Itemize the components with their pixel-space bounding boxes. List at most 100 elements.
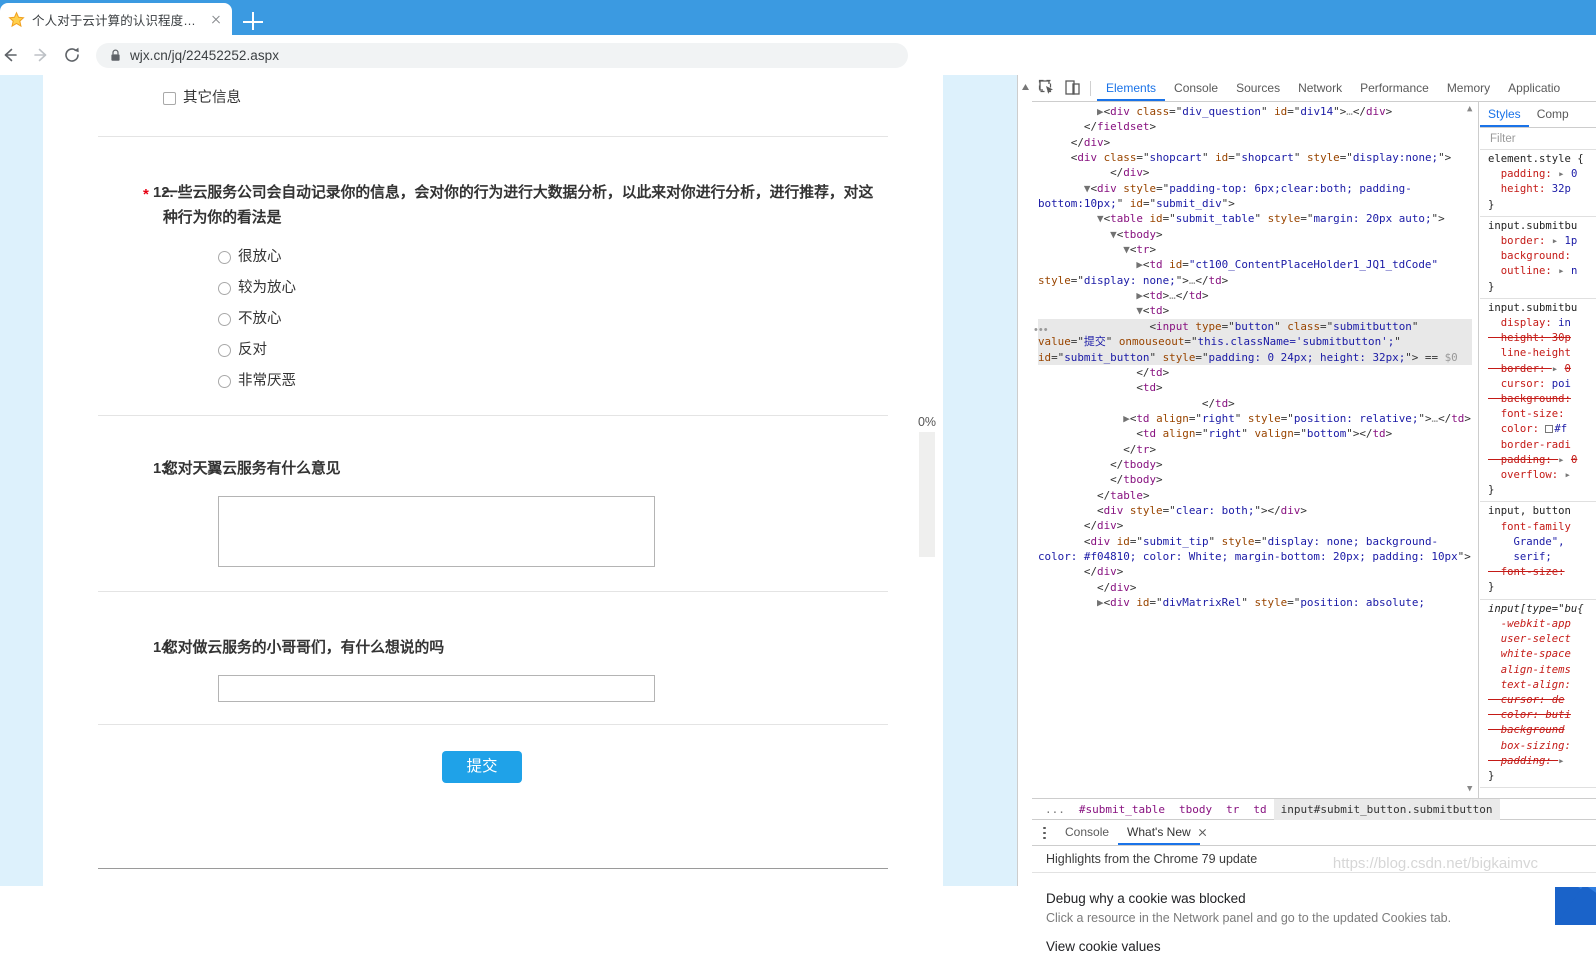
css-rule-block[interactable]: element.style { padding: ▸ 0 height: 32p… xyxy=(1480,150,1596,217)
q12-option-4[interactable]: 非常厌恶 xyxy=(98,366,888,397)
dom-node-line[interactable]: ▼<table id="submit_table" style="margin:… xyxy=(1038,211,1472,226)
css-declaration[interactable]: box-sizing: xyxy=(1480,739,1596,754)
whats-new-item-title-2[interactable]: View cookie values xyxy=(1046,939,1596,954)
css-declaration[interactable]: color: buti xyxy=(1480,708,1596,723)
tab-performance[interactable]: Performance xyxy=(1351,75,1438,101)
q12-option-3[interactable]: 反对 xyxy=(98,335,888,366)
css-rule-block[interactable]: input.submitbu display: in height: 30p l… xyxy=(1480,299,1596,503)
css-declaration[interactable]: line-height xyxy=(1480,346,1596,361)
color-swatch[interactable] xyxy=(1545,425,1554,434)
dom-node-line[interactable]: ▶<td id="ct100_ContentPlaceHolder1_JQ1_t… xyxy=(1038,257,1472,288)
breadcrumb-item-tbody[interactable]: tbody xyxy=(1172,799,1219,820)
tab-computed[interactable]: Comp xyxy=(1529,102,1577,127)
question-13-textarea[interactable] xyxy=(218,496,655,567)
css-declaration[interactable]: color: #f xyxy=(1480,422,1596,437)
radio-icon[interactable] xyxy=(218,344,231,357)
dom-node-line[interactable]: </div> xyxy=(1038,165,1472,180)
reload-button[interactable] xyxy=(62,45,82,65)
css-declaration[interactable]: align-items xyxy=(1480,663,1596,678)
css-declaration[interactable]: padding: ▸ 0 xyxy=(1480,453,1596,468)
css-declaration[interactable]: Grande", xyxy=(1480,535,1596,550)
css-selector[interactable]: input.submitbu xyxy=(1480,219,1596,234)
dom-node-line[interactable]: </td> xyxy=(1038,396,1472,411)
css-declaration[interactable]: padding: ▸ xyxy=(1480,754,1596,769)
tab-memory[interactable]: Memory xyxy=(1438,75,1499,101)
kebab-menu-icon[interactable] xyxy=(1036,825,1052,841)
dom-node-line[interactable]: ▼<tr> xyxy=(1038,242,1472,257)
css-declaration[interactable]: height: 32p xyxy=(1480,182,1596,197)
radio-icon[interactable] xyxy=(218,313,231,326)
radio-icon[interactable] xyxy=(218,282,231,295)
css-declaration[interactable]: background: xyxy=(1480,249,1596,264)
css-declaration[interactable]: border: ▸ 1p xyxy=(1480,234,1596,249)
dom-node-line[interactable]: ▼<div style="padding-top: 6px;clear:both… xyxy=(1038,181,1472,212)
dom-node-line[interactable]: </div> xyxy=(1038,564,1472,579)
css-selector[interactable]: input, button xyxy=(1480,504,1596,519)
q12-option-1[interactable]: 较为放心 xyxy=(98,273,888,304)
dom-node-line[interactable]: </table> xyxy=(1038,488,1472,503)
dom-node-line[interactable]: ▼<tbody> xyxy=(1038,227,1472,242)
breadcrumb-item-tr[interactable]: tr xyxy=(1219,799,1246,820)
breadcrumb-overflow[interactable]: ... xyxy=(1038,799,1072,820)
css-declaration[interactable]: border: ▸ 0 xyxy=(1480,362,1596,377)
css-declaration[interactable]: display: in xyxy=(1480,316,1596,331)
radio-icon[interactable] xyxy=(218,375,231,388)
question-14-textarea[interactable] xyxy=(218,675,655,702)
css-declaration[interactable]: background xyxy=(1480,723,1596,738)
dom-node-line[interactable]: <td align="right" valign="bottom"></td> xyxy=(1038,426,1472,441)
browser-tab[interactable]: 个人对于云计算的认识程度调查 xyxy=(0,3,232,35)
dom-node-line[interactable]: </div> xyxy=(1038,580,1472,595)
css-declaration[interactable]: background: xyxy=(1480,392,1596,407)
css-declaration[interactable]: cursor: de xyxy=(1480,693,1596,708)
tab-network[interactable]: Network xyxy=(1289,75,1351,101)
scroll-up-icon[interactable]: ▲ xyxy=(1467,104,1472,114)
dom-node-line[interactable]: <div style="clear: both;"></div> xyxy=(1038,503,1472,518)
css-selector[interactable]: input[type="bu{ xyxy=(1480,602,1596,617)
css-declaration[interactable]: cursor: poi xyxy=(1480,377,1596,392)
tab-styles[interactable]: Styles xyxy=(1480,102,1529,127)
css-declaration[interactable]: font-family xyxy=(1480,520,1596,535)
css-selector[interactable]: element.style { xyxy=(1480,152,1596,167)
css-selector[interactable]: input.submitbu xyxy=(1480,301,1596,316)
css-rule-block[interactable]: input[type="bu{ -webkit-app user-select … xyxy=(1480,600,1596,789)
breadcrumb-item-td[interactable]: td xyxy=(1246,799,1273,820)
css-declaration[interactable]: user-select xyxy=(1480,632,1596,647)
dom-node-line[interactable]: </tbody> xyxy=(1038,457,1472,472)
close-icon[interactable] xyxy=(208,11,224,27)
scroll-down-icon[interactable]: ▼ xyxy=(1467,784,1472,794)
css-declaration[interactable]: outline: ▸ n xyxy=(1480,264,1596,279)
forward-button[interactable] xyxy=(31,45,51,65)
drawer-tab-console[interactable]: Console xyxy=(1056,820,1118,845)
css-declaration[interactable]: overflow: ▸ xyxy=(1480,468,1596,483)
scroll-up-icon[interactable] xyxy=(1021,83,1030,91)
checkbox-icon[interactable] xyxy=(163,92,176,105)
dom-node-line[interactable]: </tr> xyxy=(1038,442,1472,457)
inspect-element-icon[interactable] xyxy=(1036,77,1058,99)
device-toolbar-icon[interactable] xyxy=(1062,77,1084,99)
tab-console[interactable]: Console xyxy=(1165,75,1227,101)
dom-node-line[interactable]: </div> xyxy=(1038,518,1472,533)
css-rule-block[interactable]: input, button font-family Grande", serif… xyxy=(1480,502,1596,600)
dom-node-line[interactable]: </div> xyxy=(1038,135,1472,150)
q12-option-2[interactable]: 不放心 xyxy=(98,304,888,335)
css-declaration[interactable]: font-size: xyxy=(1480,407,1596,422)
dom-node-line[interactable]: ▶<td>…</td> xyxy=(1038,288,1472,303)
drawer-tab-whats-new[interactable]: What's New xyxy=(1118,820,1200,845)
tab-elements[interactable]: Elements xyxy=(1097,75,1166,101)
dom-node-line[interactable]: </tbody> xyxy=(1038,472,1472,487)
dom-node-line[interactable]: ▶<td align="right" style="position: rela… xyxy=(1038,411,1472,426)
close-icon[interactable] xyxy=(1196,826,1209,839)
dom-node-line[interactable]: <div class="shopcart" id="shopcart" styl… xyxy=(1038,150,1472,165)
breadcrumb-item-submit-button[interactable]: input#submit_button.submitbutton xyxy=(1273,798,1500,820)
dom-node-line[interactable]: ▶<div id="divMatrixRel" style="position:… xyxy=(1038,595,1472,610)
submit-button[interactable]: 提交 xyxy=(442,751,522,783)
css-rule-block[interactable]: input.submitbu border: ▸ 1p background: … xyxy=(1480,217,1596,299)
css-declaration[interactable]: height: 30p xyxy=(1480,331,1596,346)
tab-sources[interactable]: Sources xyxy=(1227,75,1289,101)
styles-filter-input[interactable]: Filter xyxy=(1480,128,1596,150)
css-declaration[interactable]: font-size: xyxy=(1480,565,1596,580)
new-tab-button[interactable] xyxy=(240,8,266,34)
css-declaration[interactable]: padding: ▸ 0 xyxy=(1480,167,1596,182)
dom-scrollbar[interactable]: ▲ ▼ xyxy=(1467,104,1476,794)
css-declaration[interactable]: white-space xyxy=(1480,647,1596,662)
